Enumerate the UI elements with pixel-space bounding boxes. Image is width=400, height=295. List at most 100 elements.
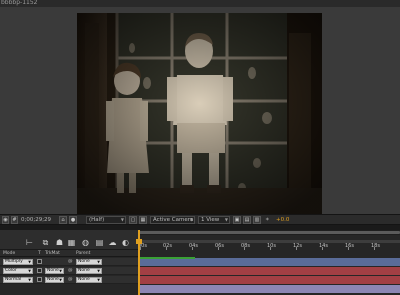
blend-mode-value: Normal [5, 277, 22, 282]
ruler-tick [244, 247, 245, 250]
motion-blur-icon[interactable]: ◍ [81, 238, 90, 247]
ruler-tick [270, 247, 271, 250]
chevron-down-icon: ▼ [28, 269, 31, 273]
always-preview-icon[interactable]: ◉ [2, 216, 9, 224]
hide-shy-layers-icon[interactable]: ☗ [55, 238, 64, 247]
layer-column-headers: Mode T TrkMat Parent [0, 250, 138, 257]
track-matte-value: None [47, 277, 59, 282]
ruler-tick-label: 02s [163, 243, 172, 249]
snapshot-icon[interactable]: ⌂ [59, 216, 67, 224]
composition-frame[interactable] [77, 13, 322, 214]
flowchart-icon[interactable]: ✶ [265, 216, 270, 224]
time-ruler[interactable]: 00s 02s 04s 06s 08s 10s 12s 14s 16s 18s [138, 230, 400, 250]
fast-previews-icon[interactable]: ▤ [243, 216, 251, 224]
timecode-display[interactable]: 0;00;29;29 [21, 216, 51, 224]
chevron-down-icon: ▼ [224, 217, 228, 222]
layer-duration-bar[interactable] [139, 285, 400, 293]
resolution-dropdown[interactable]: (Half) ▼ [86, 216, 126, 224]
ruler-tick-label: 14s [319, 243, 328, 249]
time-navigator-thumb[interactable] [138, 231, 400, 234]
track-matte-dropdown[interactable]: None ▼ [45, 268, 64, 274]
t-column-header[interactable]: T [38, 250, 41, 257]
preserve-transparency-checkbox[interactable] [37, 259, 42, 264]
viewer-toolbar: ◉ # 0;00;29;29 ⌂ ● (Half) ▼ ▢ ▦ Active C… [0, 214, 400, 225]
track-matte-value: None [47, 268, 59, 273]
blend-mode-value: Color [5, 268, 17, 273]
layer-duration-bar[interactable] [139, 267, 400, 275]
ruler-tick-label: 06s [215, 243, 224, 249]
vintage-photo-image [77, 13, 322, 214]
ruler-tick-label: 04s [189, 243, 198, 249]
time-navigator[interactable] [138, 230, 400, 235]
chevron-down-icon: ▼ [59, 278, 62, 282]
exposure-value[interactable]: +0.0 [276, 216, 289, 224]
ruler-tick [166, 247, 167, 250]
layer-row[interactable]: Color ▼ None ▼ @ None ▼ [0, 267, 138, 275]
tab-bar: bbbbp-1152 [0, 0, 400, 7]
show-channel-icon[interactable]: ● [69, 216, 77, 224]
chevron-down-icon: ▼ [28, 260, 31, 264]
draft-3d-icon[interactable]: ⧉ [41, 238, 50, 247]
ruler-tick [140, 247, 141, 250]
composition-tab[interactable]: bbbbp-1152 [1, 0, 37, 7]
mode-column-header[interactable]: Mode [3, 250, 15, 257]
parent-dropdown[interactable]: None ▼ [76, 277, 102, 283]
trkmat-column-header[interactable]: TrkMat [45, 250, 60, 257]
chevron-down-icon: ▼ [97, 278, 100, 282]
parent-column-header[interactable]: Parent [76, 250, 90, 257]
track-matte-dropdown[interactable]: None ▼ [45, 277, 64, 283]
chevron-down-icon: ▼ [120, 217, 124, 222]
pick-whip-icon[interactable]: @ [68, 268, 73, 274]
chevron-down-icon: ▼ [59, 269, 62, 273]
live-update-icon[interactable]: ◐ [121, 238, 130, 247]
ruler-tick [374, 247, 375, 250]
current-time-indicator-head[interactable] [136, 239, 142, 244]
parent-value: None [78, 268, 90, 273]
ruler-tick [296, 247, 297, 250]
toggle-pixel-aspect-icon[interactable]: ▣ [233, 216, 241, 224]
preserve-transparency-checkbox[interactable] [37, 268, 42, 273]
blend-mode-dropdown[interactable]: Multiply ▼ [3, 259, 33, 265]
camera-dropdown[interactable]: Active Camera ▼ [150, 216, 195, 224]
chevron-down-icon: ▼ [28, 278, 31, 282]
ruler-tick [218, 247, 219, 250]
transparency-grid-icon[interactable]: ▦ [139, 216, 147, 224]
ruler-tick-label: 16s [345, 243, 354, 249]
chevron-down-icon: ▼ [97, 260, 100, 264]
graph-editor-icon[interactable]: ▤ [95, 238, 104, 247]
ruler-tick [322, 247, 323, 250]
timeline-icon[interactable]: ▥ [253, 216, 261, 224]
ruler-tick-label: 12s [293, 243, 302, 249]
preserve-transparency-checkbox[interactable] [37, 277, 42, 282]
grid-icon[interactable]: # [11, 216, 18, 224]
views-dropdown[interactable]: 1 View ▼ [198, 216, 230, 224]
layer-row[interactable]: Normal ▼ None ▼ @ None ▼ [0, 276, 138, 284]
parent-value: None [78, 259, 90, 264]
render-progress-bar [139, 257, 195, 259]
frame-blending-icon[interactable]: ▦ [67, 238, 76, 247]
composition-viewer[interactable] [0, 7, 400, 214]
pick-whip-icon[interactable]: @ [68, 259, 73, 265]
parent-dropdown[interactable]: None ▼ [76, 268, 102, 274]
blend-mode-dropdown[interactable]: Normal ▼ [3, 277, 33, 283]
ruler-tick [192, 247, 193, 250]
timeline-toolbar: ⊢ ⧉ ☗ ▦ ◍ ▤ ☁ ◐ [0, 230, 138, 250]
pick-whip-icon[interactable]: @ [68, 277, 73, 283]
parent-dropdown[interactable]: None ▼ [76, 259, 102, 265]
chevron-down-icon: ▼ [189, 217, 193, 222]
blend-mode-dropdown[interactable]: Color ▼ [3, 268, 33, 274]
brainstorm-icon[interactable]: ☁ [108, 238, 117, 247]
layer-row[interactable]: Multiply ▼ @ None ▼ [0, 258, 138, 266]
region-of-interest-icon[interactable]: ▢ [129, 216, 137, 224]
chevron-down-icon: ▼ [97, 269, 100, 273]
comp-mini-flowchart-icon[interactable]: ⊢ [25, 238, 34, 247]
camera-value: Active Camera [153, 217, 194, 223]
resolution-value: (Half) [89, 217, 105, 223]
ruler-tick-label: 08s [241, 243, 250, 249]
layer-duration-bar[interactable] [139, 276, 400, 284]
timeline-panel: ⊢ ⧉ ☗ ▦ ◍ ▤ ☁ ◐ 00s 02s 04s 06s 08s 10s … [0, 230, 400, 295]
ruler-tick-label: 18s [371, 243, 380, 249]
ruler-tick-label: 10s [267, 243, 276, 249]
layer-duration-bar[interactable] [139, 258, 400, 266]
ruler-tick [348, 247, 349, 250]
